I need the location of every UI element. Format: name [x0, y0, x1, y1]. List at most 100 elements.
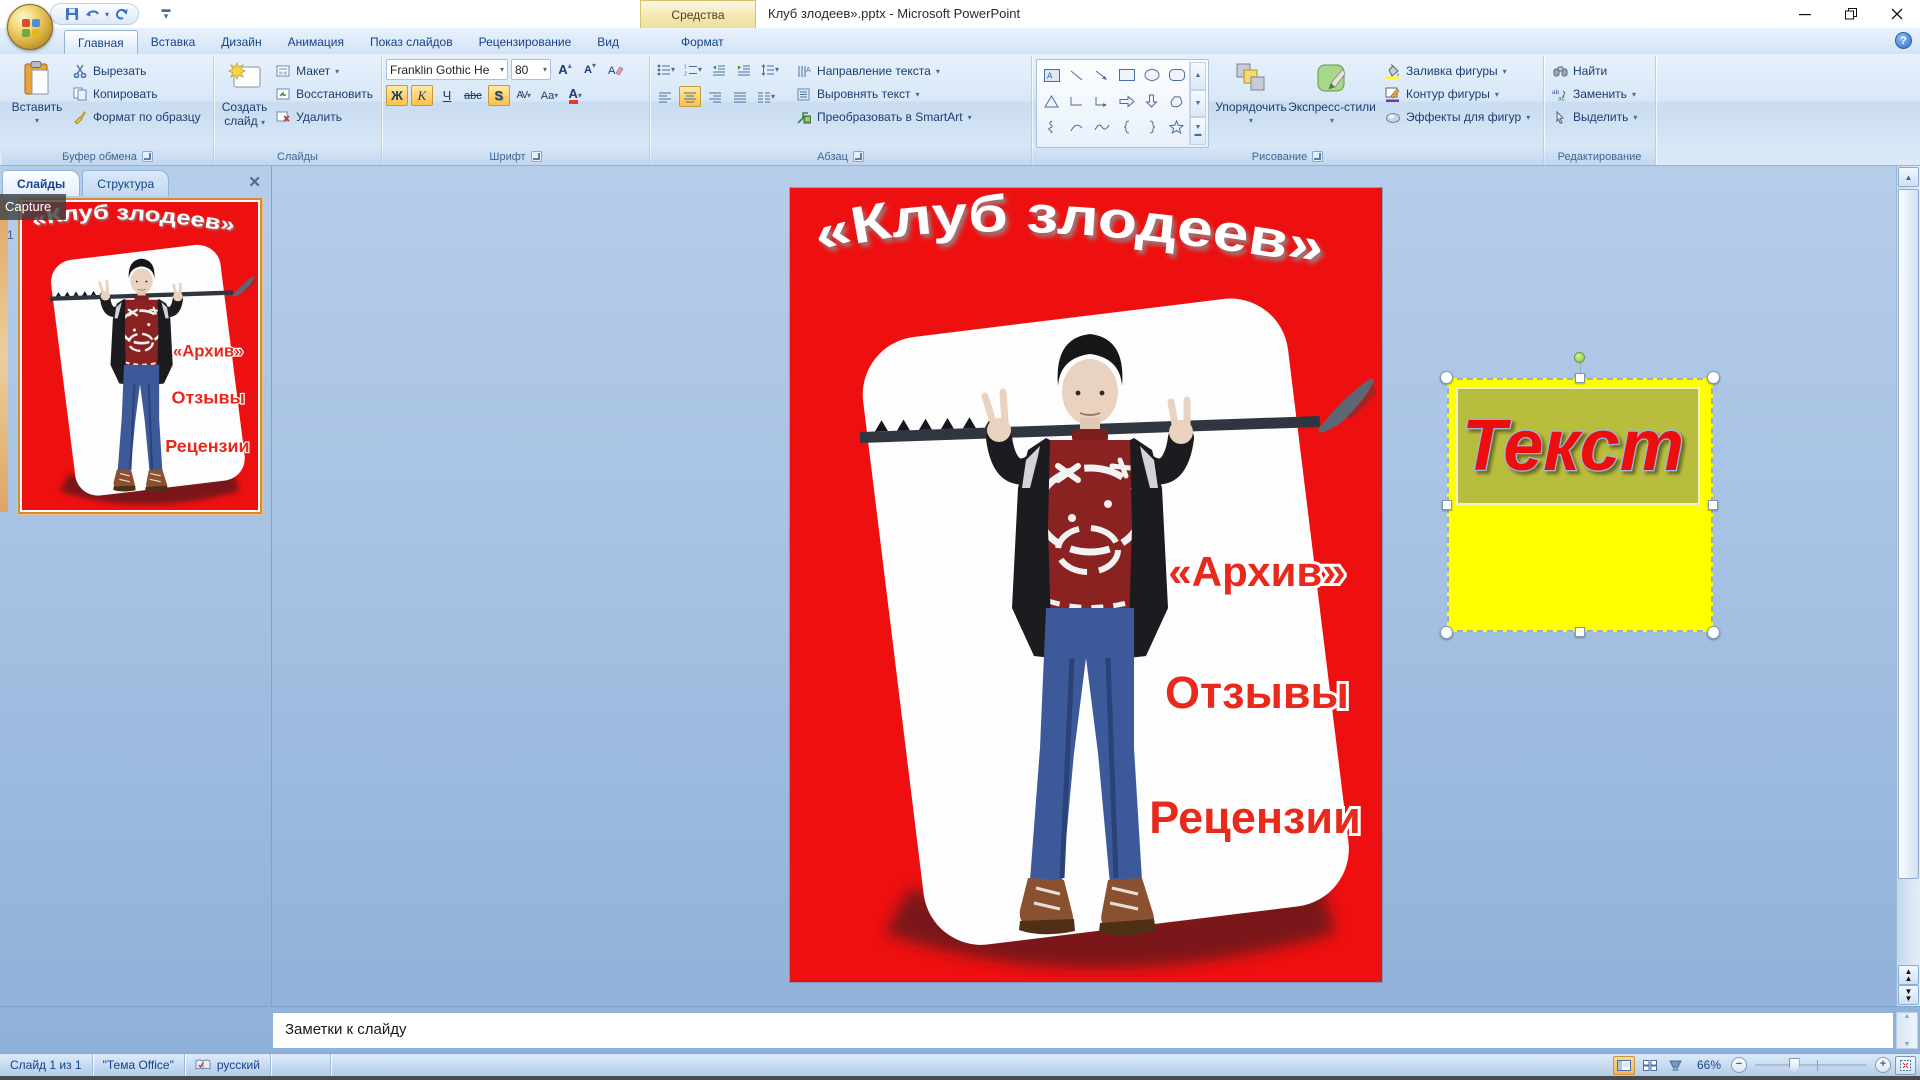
- cut-button[interactable]: Вырезать: [68, 61, 205, 81]
- slide-sorter-button[interactable]: [1639, 1056, 1661, 1075]
- close-button[interactable]: [1874, 0, 1920, 28]
- slide-editing-surface[interactable]: [790, 188, 1382, 982]
- handle-bottom-right[interactable]: [1707, 626, 1720, 639]
- arrange-dropdown[interactable]: ▾: [1249, 114, 1253, 128]
- text-direction-button[interactable]: A Направление текста▾: [792, 61, 976, 81]
- status-theme[interactable]: "Тема Office": [93, 1054, 185, 1076]
- handle-bottom[interactable]: [1575, 627, 1585, 637]
- minimize-button[interactable]: [1782, 0, 1828, 28]
- fit-to-window-button[interactable]: [1895, 1056, 1916, 1075]
- zoom-out-button[interactable]: −: [1731, 1057, 1747, 1073]
- shape-right-brace-icon[interactable]: [1139, 114, 1164, 140]
- undo-dropdown[interactable]: ▾: [105, 10, 109, 19]
- pane-close-button[interactable]: ✕: [244, 170, 265, 196]
- shapes-scroll-down[interactable]: ▼: [1190, 90, 1206, 118]
- grow-font-button[interactable]: A▴: [554, 59, 576, 80]
- vertical-scrollbar[interactable]: ▲ ▲▲ ▼▼: [1896, 166, 1920, 1006]
- tab-format[interactable]: Формат: [668, 30, 737, 54]
- align-center-button[interactable]: [679, 86, 701, 107]
- shape-triangle-icon[interactable]: [1039, 88, 1064, 114]
- restore-button[interactable]: [1828, 0, 1874, 28]
- shapes-more-button[interactable]: ▼▬: [1190, 117, 1206, 145]
- zoom-slider-thumb[interactable]: [1789, 1058, 1800, 1073]
- find-button[interactable]: Найти: [1548, 61, 1641, 81]
- scrollbar-thumb[interactable]: [1898, 189, 1919, 879]
- font-dialog-launcher[interactable]: [531, 151, 542, 162]
- increase-indent-button[interactable]: [733, 59, 755, 80]
- shape-curve-icon[interactable]: [1089, 114, 1114, 140]
- tab-view[interactable]: Вид: [584, 30, 632, 54]
- shape-scribble-icon[interactable]: [1039, 114, 1064, 140]
- handle-top-left[interactable]: [1440, 371, 1453, 384]
- paste-button[interactable]: Вставить ▾: [6, 59, 68, 148]
- handle-right[interactable]: [1708, 500, 1718, 510]
- shape-arc-icon[interactable]: [1064, 114, 1089, 140]
- slide-canvas[interactable]: Текст: [272, 166, 1896, 1006]
- underline-button[interactable]: Ч: [436, 85, 458, 106]
- shape-elbow-arrow-icon[interactable]: [1089, 88, 1114, 114]
- text-shadow-button[interactable]: S: [488, 85, 510, 106]
- notes-input[interactable]: Заметки к слайду: [272, 1012, 1894, 1049]
- justify-button[interactable]: [729, 86, 751, 107]
- next-slide-button[interactable]: ▼▼: [1898, 985, 1919, 1005]
- shape-left-brace-icon[interactable]: [1114, 114, 1139, 140]
- quick-styles-dropdown[interactable]: ▾: [1330, 114, 1334, 128]
- tab-home[interactable]: Главная: [64, 30, 138, 54]
- zoom-slider[interactable]: [1755, 1064, 1867, 1067]
- shape-rounded-rectangle-icon[interactable]: [1164, 62, 1189, 88]
- textbox-text[interactable]: Текст: [1462, 406, 1684, 486]
- customize-qat-button[interactable]: ▬▾: [158, 6, 174, 22]
- shapes-scroll-up[interactable]: ▲: [1190, 62, 1206, 90]
- selected-textbox[interactable]: Текст: [1447, 378, 1713, 632]
- quick-styles-button[interactable]: Экспресс-стили ▾: [1289, 59, 1375, 148]
- zoom-in-button[interactable]: +: [1875, 1057, 1891, 1073]
- shape-outline-button[interactable]: Контур фигуры▾: [1381, 84, 1534, 104]
- shape-oval-icon[interactable]: [1139, 62, 1164, 88]
- slide-thumbnail[interactable]: [18, 198, 262, 514]
- shape-blob-icon[interactable]: [1164, 88, 1189, 114]
- save-button[interactable]: [63, 5, 81, 23]
- normal-view-button[interactable]: [1613, 1056, 1635, 1075]
- font-name-combo[interactable]: Franklin Gothic He▾: [386, 59, 508, 80]
- reset-slide-button[interactable]: Восстановить: [271, 84, 377, 104]
- help-button[interactable]: ?: [1895, 32, 1912, 49]
- shape-textbox-icon[interactable]: A: [1039, 62, 1064, 88]
- office-button[interactable]: [7, 4, 53, 50]
- layout-button[interactable]: Макет▾: [271, 61, 377, 81]
- shape-arrow-icon[interactable]: [1089, 62, 1114, 88]
- clipboard-dialog-launcher[interactable]: [142, 151, 153, 162]
- align-text-button[interactable]: Выровнять текст▾: [792, 84, 976, 104]
- character-spacing-button[interactable]: AV▾: [513, 85, 535, 106]
- shape-line-icon[interactable]: [1064, 62, 1089, 88]
- convert-smartart-button[interactable]: Преобразовать в SmartArt▾: [792, 107, 976, 127]
- redo-button[interactable]: [112, 5, 130, 23]
- decrease-indent-button[interactable]: [708, 59, 730, 80]
- shape-right-arrow-icon[interactable]: [1114, 88, 1139, 114]
- handle-left[interactable]: [1442, 500, 1452, 510]
- clear-formatting-button[interactable]: A: [604, 59, 626, 80]
- shape-rectangle-icon[interactable]: [1114, 62, 1139, 88]
- notes-scrollbar[interactable]: ▲▼: [1896, 1012, 1918, 1049]
- undo-button[interactable]: [84, 5, 102, 23]
- textbox-wordart-area[interactable]: Текст: [1456, 387, 1700, 505]
- scroll-up-button[interactable]: ▲: [1898, 167, 1919, 187]
- shrink-font-button[interactable]: A▾: [579, 59, 601, 80]
- pane-tab-outline[interactable]: Структура: [82, 170, 169, 196]
- align-left-button[interactable]: [654, 86, 676, 107]
- drawing-dialog-launcher[interactable]: [1312, 151, 1323, 162]
- font-color-button[interactable]: А▾: [564, 85, 586, 106]
- new-slide-dropdown[interactable]: ▾: [261, 118, 265, 127]
- handle-bottom-left[interactable]: [1440, 626, 1453, 639]
- shape-down-arrow-icon[interactable]: [1139, 88, 1164, 114]
- paste-dropdown[interactable]: ▾: [35, 114, 39, 128]
- paragraph-dialog-launcher[interactable]: [853, 151, 864, 162]
- tab-animation[interactable]: Анимация: [275, 30, 357, 54]
- select-button[interactable]: Выделить▾: [1548, 107, 1641, 127]
- shape-star-icon[interactable]: [1164, 114, 1189, 140]
- pane-tab-slides[interactable]: Слайды: [2, 170, 80, 196]
- scrollbar-track[interactable]: [1898, 881, 1919, 965]
- tab-review[interactable]: Рецензирование: [466, 30, 585, 54]
- tab-insert[interactable]: Вставка: [138, 30, 209, 54]
- handle-top-right[interactable]: [1707, 371, 1720, 384]
- bullets-button[interactable]: ▾: [654, 59, 678, 80]
